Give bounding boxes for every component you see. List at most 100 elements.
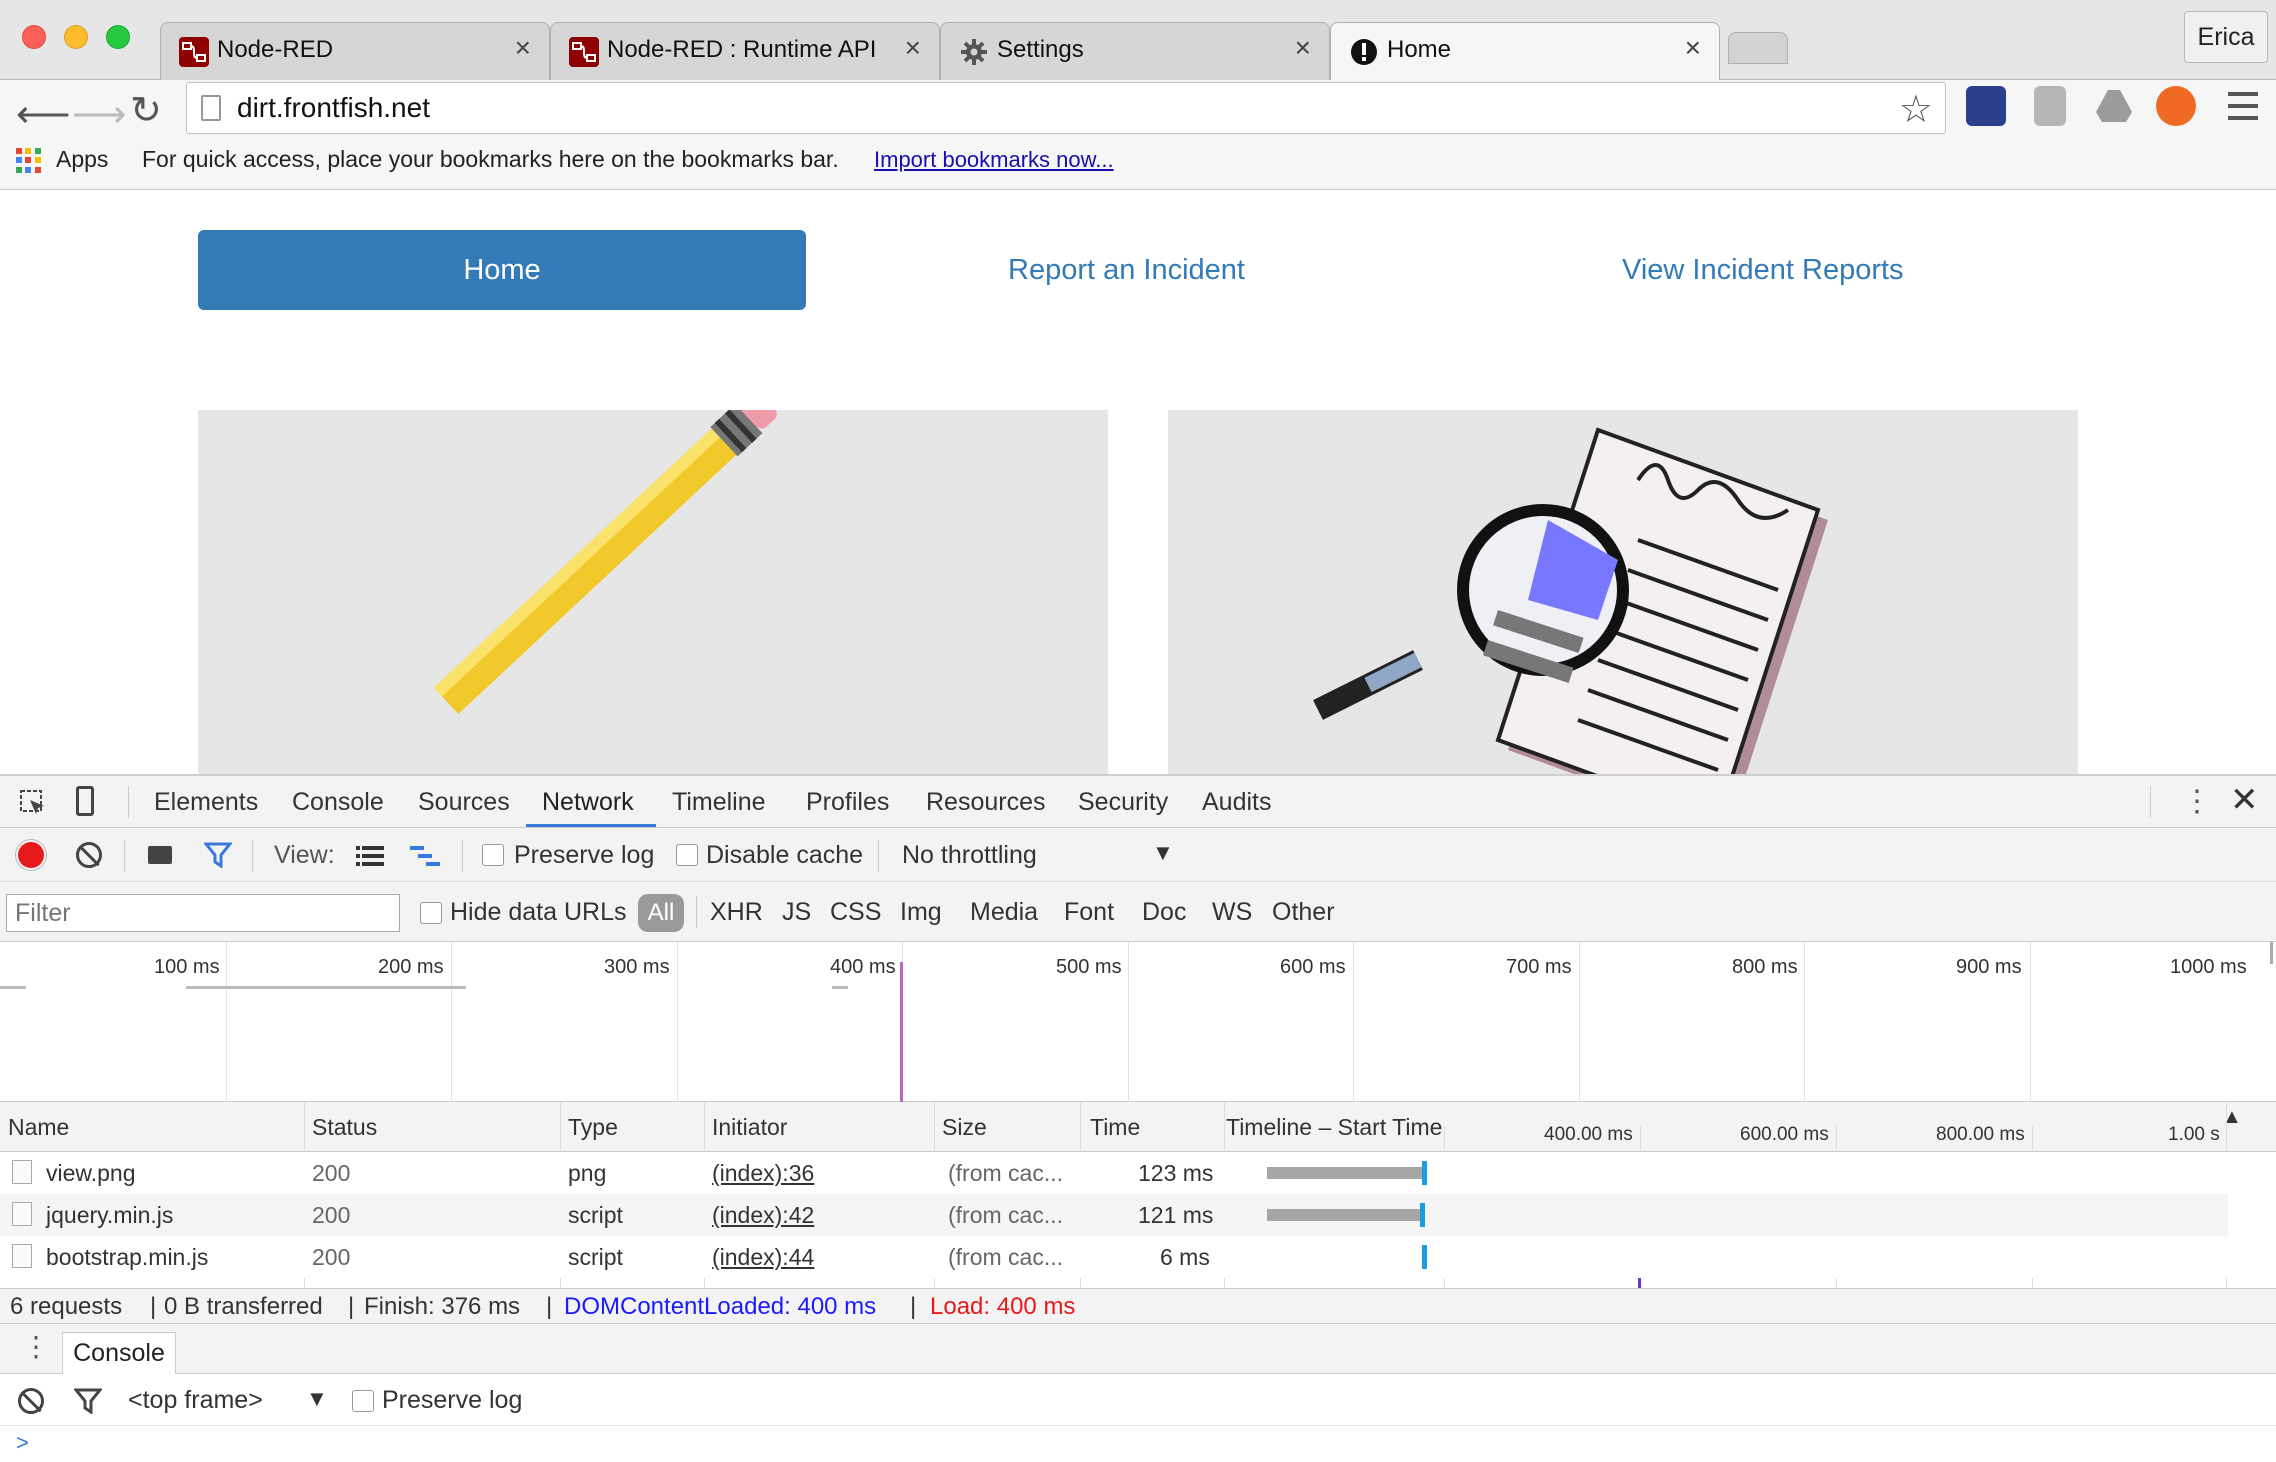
tab-resources[interactable]: Resources (926, 788, 1046, 817)
filter-input[interactable] (6, 894, 400, 932)
col-time[interactable]: Time (1090, 1114, 1140, 1141)
tab-profiles[interactable]: Profiles (806, 788, 889, 817)
nav-view-reports-link[interactable]: View Incident Reports (1622, 254, 1904, 287)
filter-icon[interactable] (202, 842, 234, 873)
waterfall-wait-bar (1267, 1167, 1424, 1179)
console-preserve-log-checkbox[interactable] (352, 1390, 374, 1412)
apps-grid-icon[interactable] (16, 148, 42, 174)
browser-tab-runtime-api[interactable]: Node-RED : Runtime API × (550, 22, 940, 80)
close-tab-icon[interactable]: × (1685, 32, 1701, 64)
tab-security[interactable]: Security (1078, 788, 1168, 817)
tab-elements[interactable]: Elements (154, 788, 258, 817)
menu-icon[interactable] (2228, 92, 2258, 120)
forward-arrow-icon[interactable]: ⟶ (72, 92, 126, 137)
more-options-icon[interactable]: ⋮ (2182, 784, 2212, 819)
sort-ascending-icon[interactable]: ▲ (2222, 1106, 2242, 1129)
col-size[interactable]: Size (942, 1114, 987, 1141)
col-initiator[interactable]: Initiator (712, 1114, 787, 1141)
report-incident-card[interactable] (198, 390, 1108, 774)
view-label: View: (274, 841, 335, 869)
minimize-window-button[interactable] (64, 25, 88, 49)
hide-data-urls-checkbox[interactable] (420, 902, 442, 924)
filter-ws[interactable]: WS (1212, 898, 1252, 927)
request-name[interactable]: view.png (46, 1160, 136, 1187)
request-name[interactable]: jquery.min.js (46, 1202, 173, 1229)
device-mode-icon[interactable] (76, 786, 94, 816)
close-tab-icon[interactable]: × (905, 32, 921, 64)
nav-report-incident-link[interactable]: Report an Incident (1008, 254, 1245, 287)
request-initiator[interactable]: (index):42 (712, 1202, 814, 1229)
clear-console-icon[interactable] (18, 1388, 44, 1414)
col-status[interactable]: Status (312, 1114, 377, 1141)
maximize-window-button[interactable] (106, 25, 130, 49)
request-initiator[interactable]: (index):36 (712, 1160, 814, 1187)
drive-icon[interactable] (2094, 86, 2134, 126)
filter-other[interactable]: Other (1272, 898, 1335, 927)
tab-title: Node-RED (217, 36, 334, 63)
camera-icon[interactable] (148, 846, 172, 864)
preserve-log-checkbox[interactable] (482, 844, 504, 866)
throttling-select[interactable]: No throttling (902, 841, 1037, 870)
console-filter-icon[interactable] (72, 1388, 104, 1419)
inspect-element-icon[interactable] (18, 788, 48, 823)
col-timeline[interactable]: Timeline – Start Time (1226, 1114, 1442, 1141)
devtools-panel: Elements Console Sources Network Timelin… (0, 774, 2276, 1462)
new-tab-button[interactable] (1728, 32, 1788, 64)
context-dropdown-arrow-icon[interactable]: ▼ (306, 1386, 328, 1412)
brush-icon[interactable] (2156, 86, 2196, 126)
filter-img[interactable]: Img (900, 898, 942, 927)
dropdown-arrow-icon[interactable]: ▼ (1152, 840, 1174, 866)
request-initiator[interactable]: (index):44 (712, 1244, 814, 1271)
waterfall-view-icon[interactable] (410, 846, 442, 871)
filter-all[interactable]: All (638, 894, 684, 932)
extension-gauge-icon[interactable] (1966, 86, 2006, 126)
filter-font[interactable]: Font (1064, 898, 1114, 927)
bookmark-star-icon[interactable]: ☆ (1899, 87, 1933, 132)
close-window-button[interactable] (22, 25, 46, 49)
summary-load: Load: 400 ms (930, 1293, 1076, 1320)
filter-doc[interactable]: Doc (1142, 898, 1186, 927)
tab-sources[interactable]: Sources (418, 788, 510, 817)
filter-css[interactable]: CSS (830, 898, 881, 927)
tab-network[interactable]: Network (542, 788, 634, 817)
overview-tick: 300 ms (604, 956, 670, 978)
clear-icon[interactable] (76, 842, 102, 868)
record-button[interactable] (18, 842, 44, 868)
filter-media[interactable]: Media (970, 898, 1038, 927)
request-name[interactable]: bootstrap.min.js (46, 1244, 208, 1271)
browser-tab-settings[interactable]: Settings × (940, 22, 1330, 80)
browser-tab-home[interactable]: Home × (1330, 22, 1720, 81)
disable-cache-checkbox[interactable] (676, 844, 698, 866)
overview-handle[interactable] (2270, 942, 2273, 964)
drawer-tab-console[interactable]: Console (62, 1332, 176, 1374)
col-name[interactable]: Name (8, 1114, 69, 1141)
timeline-tick: 600.00 ms (1740, 1124, 1829, 1145)
table-row[interactable]: view.png 200 png (index):36 (from cac...… (0, 1152, 2228, 1194)
network-overview[interactable]: 100 ms 200 ms 300 ms 400 ms 500 ms 600 m… (0, 942, 2276, 1102)
console-prompt[interactable]: > (16, 1430, 29, 1456)
tab-audits[interactable]: Audits (1202, 788, 1271, 817)
drawer-menu-icon[interactable]: ⋮ (22, 1330, 50, 1363)
table-row[interactable]: bootstrap.min.js 200 script (index):44 (… (0, 1236, 2228, 1278)
tab-timeline[interactable]: Timeline (672, 788, 766, 817)
tab-console[interactable]: Console (292, 788, 384, 817)
close-devtools-icon[interactable]: ✕ (2230, 780, 2259, 820)
import-bookmarks-link[interactable]: Import bookmarks now... (874, 147, 1114, 173)
address-bar[interactable]: dirt.frontfish.net ☆ (186, 82, 1946, 134)
close-tab-icon[interactable]: × (1295, 32, 1311, 64)
large-rows-icon[interactable] (356, 846, 384, 871)
extension-copy-icon[interactable] (2034, 86, 2066, 126)
col-type[interactable]: Type (568, 1114, 618, 1141)
profile-button[interactable]: Erica (2184, 11, 2268, 63)
reload-icon[interactable]: ↻ (130, 88, 162, 133)
close-tab-icon[interactable]: × (515, 32, 531, 64)
browser-tab-node-red[interactable]: Node-RED × (160, 22, 550, 80)
view-reports-card[interactable] (1168, 410, 2078, 774)
execution-context-select[interactable]: <top frame> (128, 1386, 263, 1415)
filter-xhr[interactable]: XHR (710, 898, 763, 927)
table-row[interactable]: jquery.min.js 200 script (index):42 (fro… (0, 1194, 2228, 1236)
apps-shortcut[interactable]: Apps (56, 146, 108, 173)
filter-js[interactable]: JS (782, 898, 811, 927)
nav-home-button[interactable]: Home (198, 230, 806, 310)
back-arrow-icon[interactable]: ⟵ (16, 92, 70, 137)
